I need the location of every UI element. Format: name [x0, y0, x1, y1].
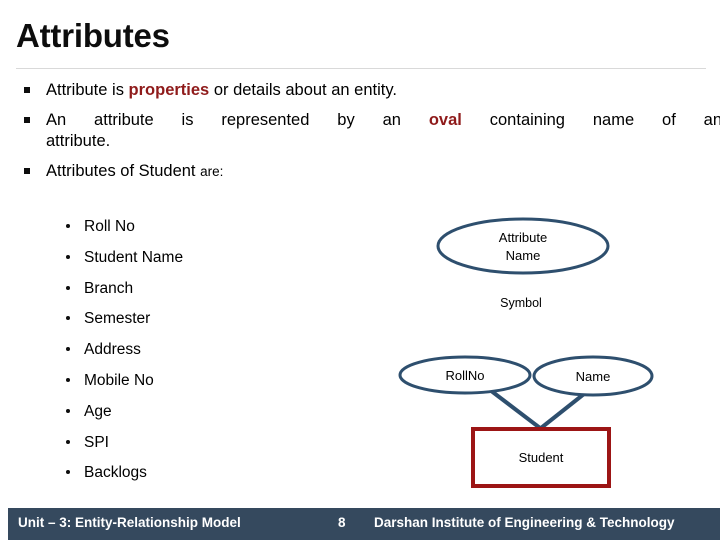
list-item: Roll No [60, 212, 300, 243]
list-item: Semester [60, 304, 300, 335]
list-item-label: Semester [84, 310, 151, 328]
attribute-symbol-oval-line1: Attribute [499, 230, 547, 245]
bullet-3-main: Attributes of Student [46, 162, 201, 180]
square-bullet-icon [24, 87, 30, 93]
attribute-symbol-oval [436, 217, 610, 275]
list-item: Backlogs [60, 458, 300, 489]
list-item-label: Student Name [84, 248, 184, 266]
list-item-label: Branch [84, 279, 134, 297]
list-item-label: SPI [84, 433, 109, 451]
round-bullet-icon [66, 285, 70, 290]
round-bullet-icon [66, 347, 70, 352]
bullet-2-post: containing name of an [461, 111, 720, 129]
symbol-caption: Symbol [500, 296, 542, 310]
slide-footer: Unit – 3: Entity-Relationship Model 8 Da… [8, 508, 720, 540]
attribute-sub-list: Roll No Student Name Branch Semester Add… [60, 212, 300, 489]
list-item: SPI [60, 428, 300, 459]
attribute-symbol-oval-line2: Name [506, 248, 541, 263]
round-bullet-icon [66, 408, 70, 413]
list-item: Mobile No [60, 366, 300, 397]
bullet-2-lastline: attribute. [46, 132, 111, 150]
er-diagram-svg: Attribute Name Symbol RollNo Name Studen… [398, 217, 654, 488]
round-bullet-icon [66, 254, 70, 259]
list-item-label: Roll No [84, 218, 135, 235]
attribute-oval-rollno-label: RollNo [445, 368, 484, 383]
footer-institute-label: Darshan Institute of Engineering & Techn… [374, 515, 675, 530]
bullet-2-pre: An attribute is represented by an [46, 111, 429, 129]
entity-box-student-label: Student [519, 450, 564, 465]
square-bullet-icon [24, 117, 30, 123]
round-bullet-icon [66, 377, 70, 382]
bullet-1-post: or details about an entity. [209, 81, 397, 99]
connector-rollno-to-student [488, 388, 542, 430]
list-item-label: Age [84, 402, 112, 420]
title-divider [16, 68, 706, 69]
round-bullet-icon [66, 224, 70, 228]
list-item-label: Backlogs [84, 464, 147, 482]
round-bullet-icon [66, 439, 70, 444]
bullet-3-small: are: [200, 164, 224, 179]
round-bullet-icon [66, 316, 70, 321]
square-bullet-icon [24, 168, 30, 174]
bullet-1-pre: Attribute is [46, 81, 129, 99]
bullet-1-highlight: properties [128, 81, 210, 99]
page-title: Attributes [16, 17, 170, 54]
footer-page-number: 8 [338, 515, 346, 530]
bullet-list: Attribute is properties or details about… [14, 80, 720, 191]
bullet-item-2: An attribute is represented by an oval c… [14, 110, 720, 152]
list-item: Student Name [60, 243, 300, 274]
list-item-label: Mobile No [84, 371, 154, 389]
er-diagram: Attribute Name Symbol RollNo Name Studen… [380, 205, 710, 500]
attribute-oval-name-label: Name [576, 369, 611, 384]
list-item: Address [60, 335, 300, 366]
bullet-2-highlight: oval [428, 111, 462, 129]
round-bullet-icon [66, 470, 70, 475]
footer-unit-label: Unit – 3: Entity-Relationship Model [18, 515, 241, 530]
list-item-label: Address [84, 341, 141, 359]
bullet-item-1: Attribute is properties or details about… [14, 80, 714, 101]
bullet-item-3: Attributes of Student are: [14, 161, 714, 182]
list-item: Age [60, 397, 300, 428]
list-item: Branch [60, 274, 300, 305]
